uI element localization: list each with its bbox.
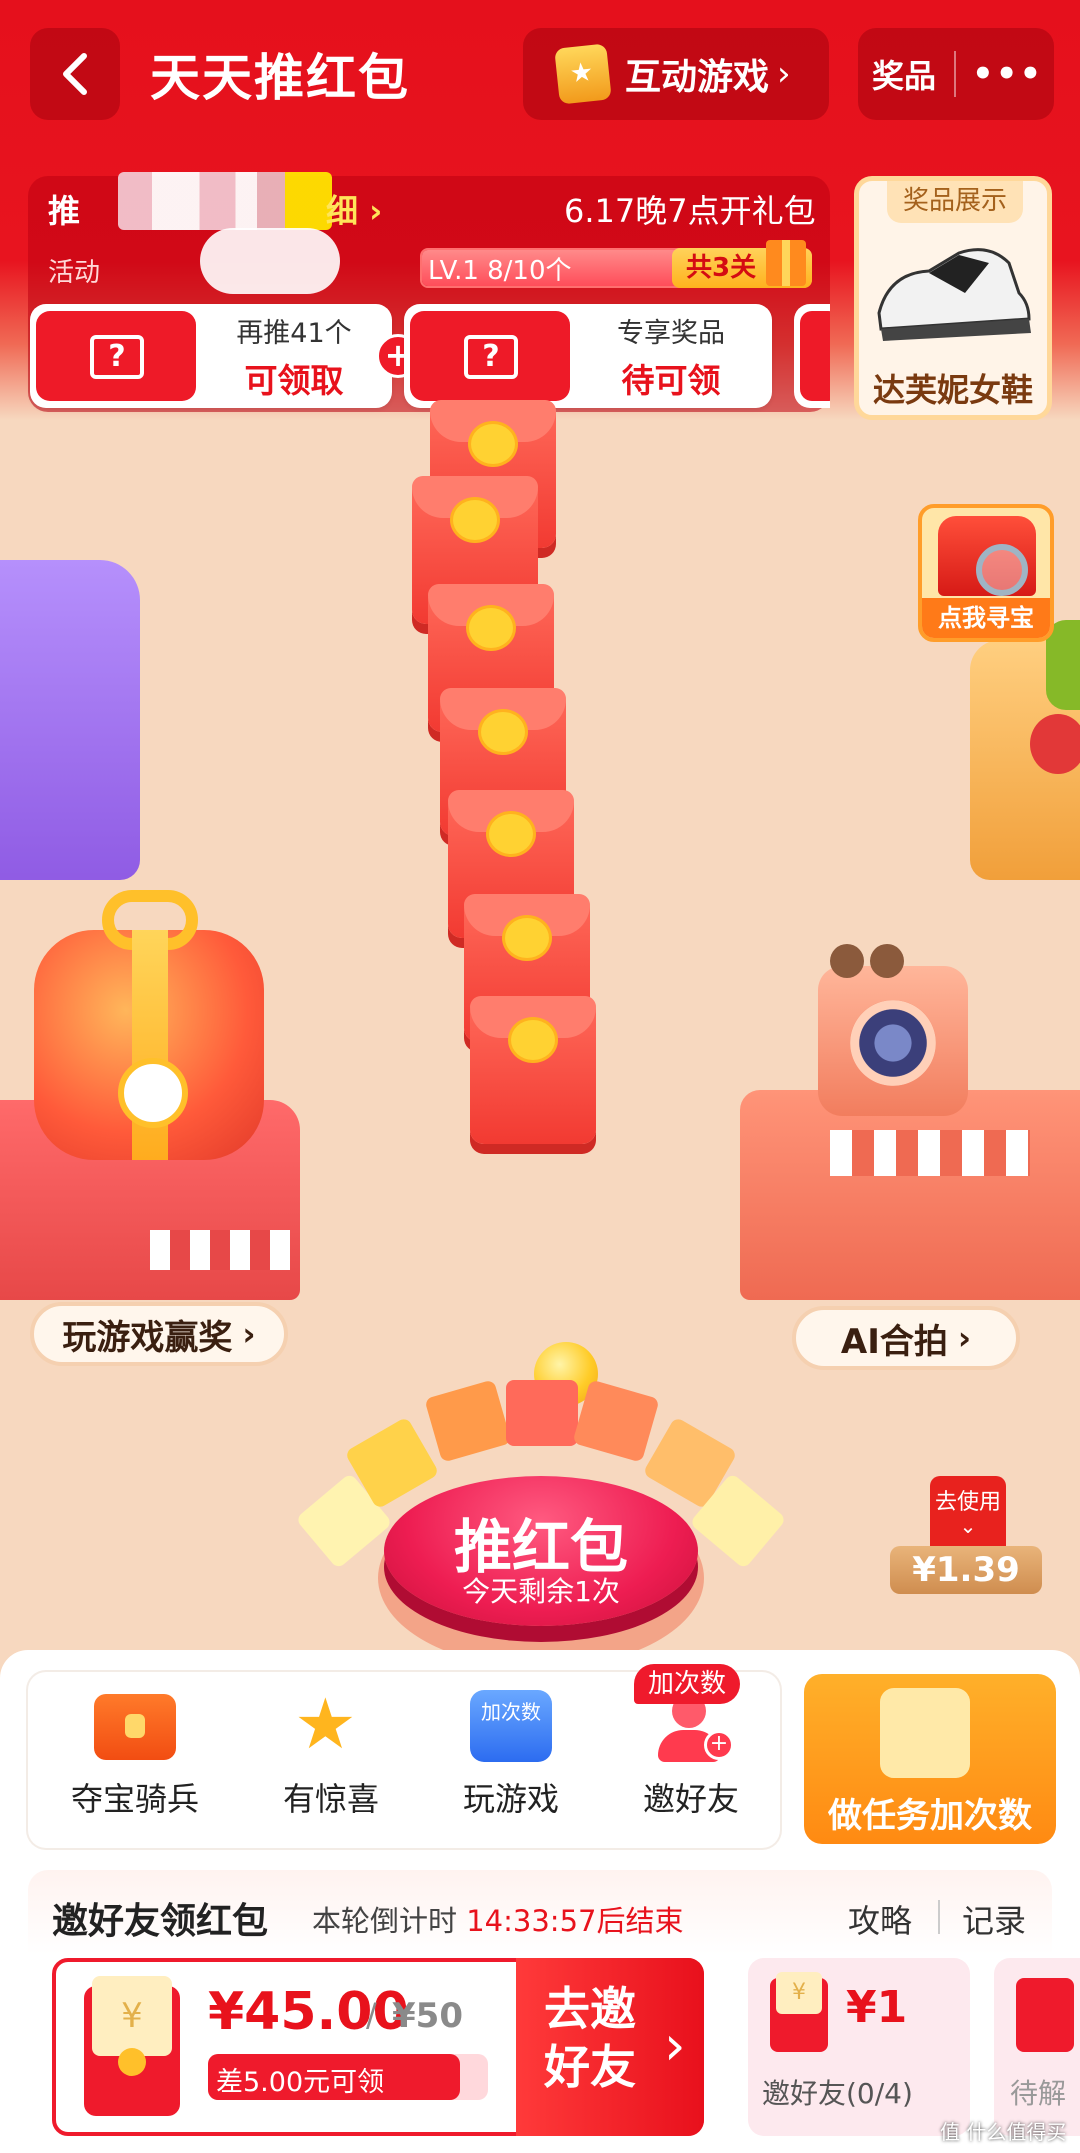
activity-label: 活动 xyxy=(48,258,101,288)
push-button-subtitle: 今天剩余1次 xyxy=(462,1575,620,1608)
tool-invite-friend[interactable]: + 邀好友 xyxy=(606,1690,776,1820)
red-envelope-icon xyxy=(84,1976,180,2116)
gift-box-icon[interactable] xyxy=(34,890,264,1160)
reward-value: ¥1 xyxy=(846,1982,908,2033)
interactive-game-button[interactable]: 互动游戏 › xyxy=(523,28,829,120)
back-button[interactable] xyxy=(30,28,120,120)
invite-title: 邀好友领红包 xyxy=(52,1901,269,1942)
chevron-left-icon xyxy=(63,53,87,95)
red-envelope-icon xyxy=(770,1972,828,2052)
treasure-label: 点我寻宝 xyxy=(922,598,1050,638)
prize-button[interactable]: 奖品 xyxy=(872,51,936,97)
star-wand-icon: ★ xyxy=(294,1683,357,1765)
tool-label: 邀好友 xyxy=(642,1780,739,1818)
power-meter-segment xyxy=(424,1379,512,1463)
ai-photo-label: AI合拍 xyxy=(840,1321,948,1362)
ai-photo-button[interactable]: AI合拍 › xyxy=(792,1306,1020,1370)
chevron-right-icon: › xyxy=(242,1315,256,1353)
tool-play-game[interactable]: 加次数 玩游戏 xyxy=(426,1690,596,1820)
prize-name: 达芙妮女鞋 xyxy=(872,371,1033,409)
chevron-right-icon: › xyxy=(957,1319,972,1357)
divider xyxy=(938,1900,940,1934)
page-title: 天天推红包 xyxy=(150,49,410,107)
more-icon[interactable]: ••• xyxy=(972,54,1043,94)
current-amount: ¥45.00 xyxy=(208,1982,409,2042)
prize-showcase[interactable]: 奖品展示 达芙妮女鞋 xyxy=(854,176,1052,420)
reward-card-1[interactable]: ? 再推41个 可领取 xyxy=(30,304,392,408)
coupon-use-label: 去使用 xyxy=(934,1490,1001,1515)
chevron-right-icon: › xyxy=(664,2014,686,2077)
chevron-down-icon: ⌄ xyxy=(959,1514,977,1538)
reward-card-3-partial[interactable] xyxy=(794,304,830,408)
magnifier-icon xyxy=(976,544,1028,596)
tool-label: 有惊喜 xyxy=(282,1780,379,1818)
records-link[interactable]: 记录 xyxy=(962,1896,1026,1942)
reward-status: 可领取 xyxy=(244,360,344,400)
reward-label: 邀好友(0/4) xyxy=(762,2077,913,2110)
clipboard-check-icon xyxy=(880,1688,970,1778)
watermark: 值 什么值得买 xyxy=(940,2120,1067,2144)
detail-link[interactable]: 细 › xyxy=(326,186,382,232)
red-envelope-icon xyxy=(1016,1978,1074,2052)
amount-separator: / xyxy=(366,1996,377,2034)
next-reward-label: 待解 xyxy=(1010,2077,1067,2110)
countdown: 本轮倒计时 14:33:57后结束 xyxy=(312,1904,684,1938)
header-right-group: 奖品 ••• xyxy=(858,28,1054,120)
target-amount: ¥50 xyxy=(392,1996,463,2036)
level-text: LV.1 8/10个 xyxy=(428,256,572,286)
showcase-tag: 奖品展示 xyxy=(887,181,1023,223)
difference-text: 差5.00元可领 xyxy=(216,2067,385,2098)
chest-icon xyxy=(92,1690,178,1764)
mystery-box-icon: ? xyxy=(410,311,570,401)
reward-condition: 再推41个 xyxy=(236,317,352,349)
purple-building xyxy=(0,560,140,880)
power-meter-segment xyxy=(506,1380,578,1446)
reward-status: 待可领 xyxy=(621,360,721,400)
next-reward-card-partial[interactable]: 待解 xyxy=(994,1958,1080,2136)
reward-card-2[interactable]: ? 专享奖品 待可领 xyxy=(404,304,772,408)
camera-icon[interactable] xyxy=(818,944,968,1116)
play-game-button[interactable]: 玩游戏赢奖 › xyxy=(30,1302,288,1366)
redacted-mosaic xyxy=(118,172,332,230)
gift-icon xyxy=(766,240,806,286)
photo-studio-building xyxy=(740,1090,1080,1300)
chevron-right-icon: › xyxy=(777,54,791,94)
push-label: 推 xyxy=(48,192,81,230)
add-count-badge: 加次数 xyxy=(634,1664,740,1704)
red-envelope xyxy=(470,996,596,1144)
game-card-icon xyxy=(554,43,612,105)
do-tasks-label: 做任务加次数 xyxy=(828,1796,1032,1836)
gamepad-icon: 加次数 xyxy=(468,1690,554,1764)
play-game-label: 玩游戏赢奖 xyxy=(62,1317,233,1358)
strategy-link[interactable]: 攻略 xyxy=(848,1896,912,1942)
reward-condition: 专享奖品 xyxy=(617,317,725,349)
coupon-use-button[interactable]: 去使用 ⌄ xyxy=(930,1476,1006,1550)
mystery-box-icon: ? xyxy=(36,311,196,401)
tool-label: 夺宝骑兵 xyxy=(70,1780,199,1818)
interactive-game-label: 互动游戏 xyxy=(625,57,770,98)
go-invite-label: 去邀好友 xyxy=(544,1982,636,2094)
open-time-text: 6.17晚7点开礼包 xyxy=(564,192,816,230)
strawberry-icon xyxy=(1030,714,1080,774)
coupon-amount[interactable]: ¥1.39 xyxy=(890,1546,1042,1594)
invite-reward-card[interactable]: ¥1 邀好友(0/4) xyxy=(748,1958,970,2136)
amount-progress-bar: 差5.00元可领 xyxy=(208,2054,488,2100)
tool-surprise[interactable]: ★ 有惊喜 xyxy=(246,1683,416,1820)
redacted-mosaic-2 xyxy=(200,228,340,294)
sneaker-icon xyxy=(877,248,1031,341)
divider xyxy=(954,51,957,97)
treasure-hunt-button[interactable]: 点我寻宝 xyxy=(918,504,1054,642)
go-invite-button[interactable]: 去邀好友 › xyxy=(516,1958,704,2136)
tool-treasure-cavalry[interactable]: 夺宝骑兵 xyxy=(50,1690,220,1820)
do-tasks-button[interactable]: 做任务加次数 xyxy=(804,1674,1056,1844)
tool-label: 玩游戏 xyxy=(462,1780,559,1818)
